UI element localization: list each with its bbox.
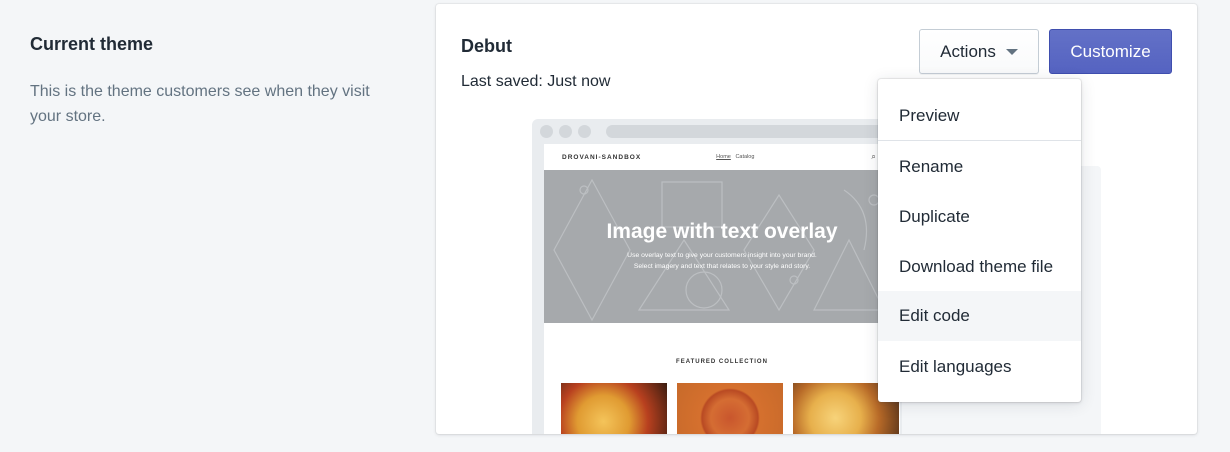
menu-item-download-theme-file[interactable]: Download theme file	[878, 242, 1081, 292]
menu-item-edit-languages[interactable]: Edit languages	[878, 342, 1081, 392]
caret-down-icon	[1005, 48, 1018, 55]
actions-button[interactable]: Actions	[919, 29, 1039, 74]
preview-nav-home: Home	[716, 154, 731, 160]
product-grid	[561, 383, 899, 434]
menu-divider	[878, 140, 1081, 141]
preview-nav-catalog: Catalog	[735, 154, 755, 160]
preview-nav: Home Catalog	[716, 154, 754, 160]
hero-subtitle-line: Use overlay text to give your customers …	[627, 252, 817, 259]
current-theme-card: Debut Last saved: Just now Actions Custo…	[436, 4, 1197, 434]
hero-subtitle: Use overlay text to give your customers …	[544, 250, 900, 272]
preview-hero: Image with text overlay Use overlay text…	[544, 170, 900, 323]
window-dot-icon	[559, 125, 572, 138]
window-dot-icon	[540, 125, 553, 138]
hero-pattern-icon	[553, 178, 885, 322]
preview-brand: DROVANI-SANDBOX	[562, 153, 642, 161]
last-saved-text: Last saved: Just now	[461, 73, 611, 90]
theme-name: Debut	[461, 36, 512, 56]
menu-item-rename[interactable]: Rename	[878, 142, 1081, 192]
actions-button-label: Actions	[940, 41, 996, 61]
theme-preview: DROVANI-SANDBOX Home Catalog ⌕ ⚲ Image w…	[532, 119, 902, 434]
preview-header: DROVANI-SANDBOX Home Catalog ⌕ ⚲	[544, 144, 900, 170]
product-image	[561, 383, 667, 434]
window-dot-icon	[578, 125, 591, 138]
hero-subtitle-line: Select imagery and text that relates to …	[633, 263, 811, 270]
url-bar	[606, 125, 896, 138]
featured-collection-heading: FEATURED COLLECTION	[676, 359, 768, 365]
section-annotation: Current theme This is the theme customer…	[30, 34, 390, 129]
menu-item-preview[interactable]: Preview	[878, 91, 1081, 141]
product-image	[677, 383, 783, 434]
hero-title: Image with text overlay	[606, 220, 838, 243]
menu-item-duplicate[interactable]: Duplicate	[878, 192, 1081, 242]
preview-page: DROVANI-SANDBOX Home Catalog ⌕ ⚲ Image w…	[544, 144, 900, 434]
section-title: Current theme	[30, 34, 154, 54]
menu-item-edit-code[interactable]: Edit code	[878, 291, 1081, 341]
customize-button[interactable]: Customize	[1049, 29, 1172, 74]
actions-dropdown-menu: Preview Rename Duplicate Download theme …	[878, 79, 1081, 402]
section-description: This is the theme customers see when the…	[30, 83, 370, 125]
